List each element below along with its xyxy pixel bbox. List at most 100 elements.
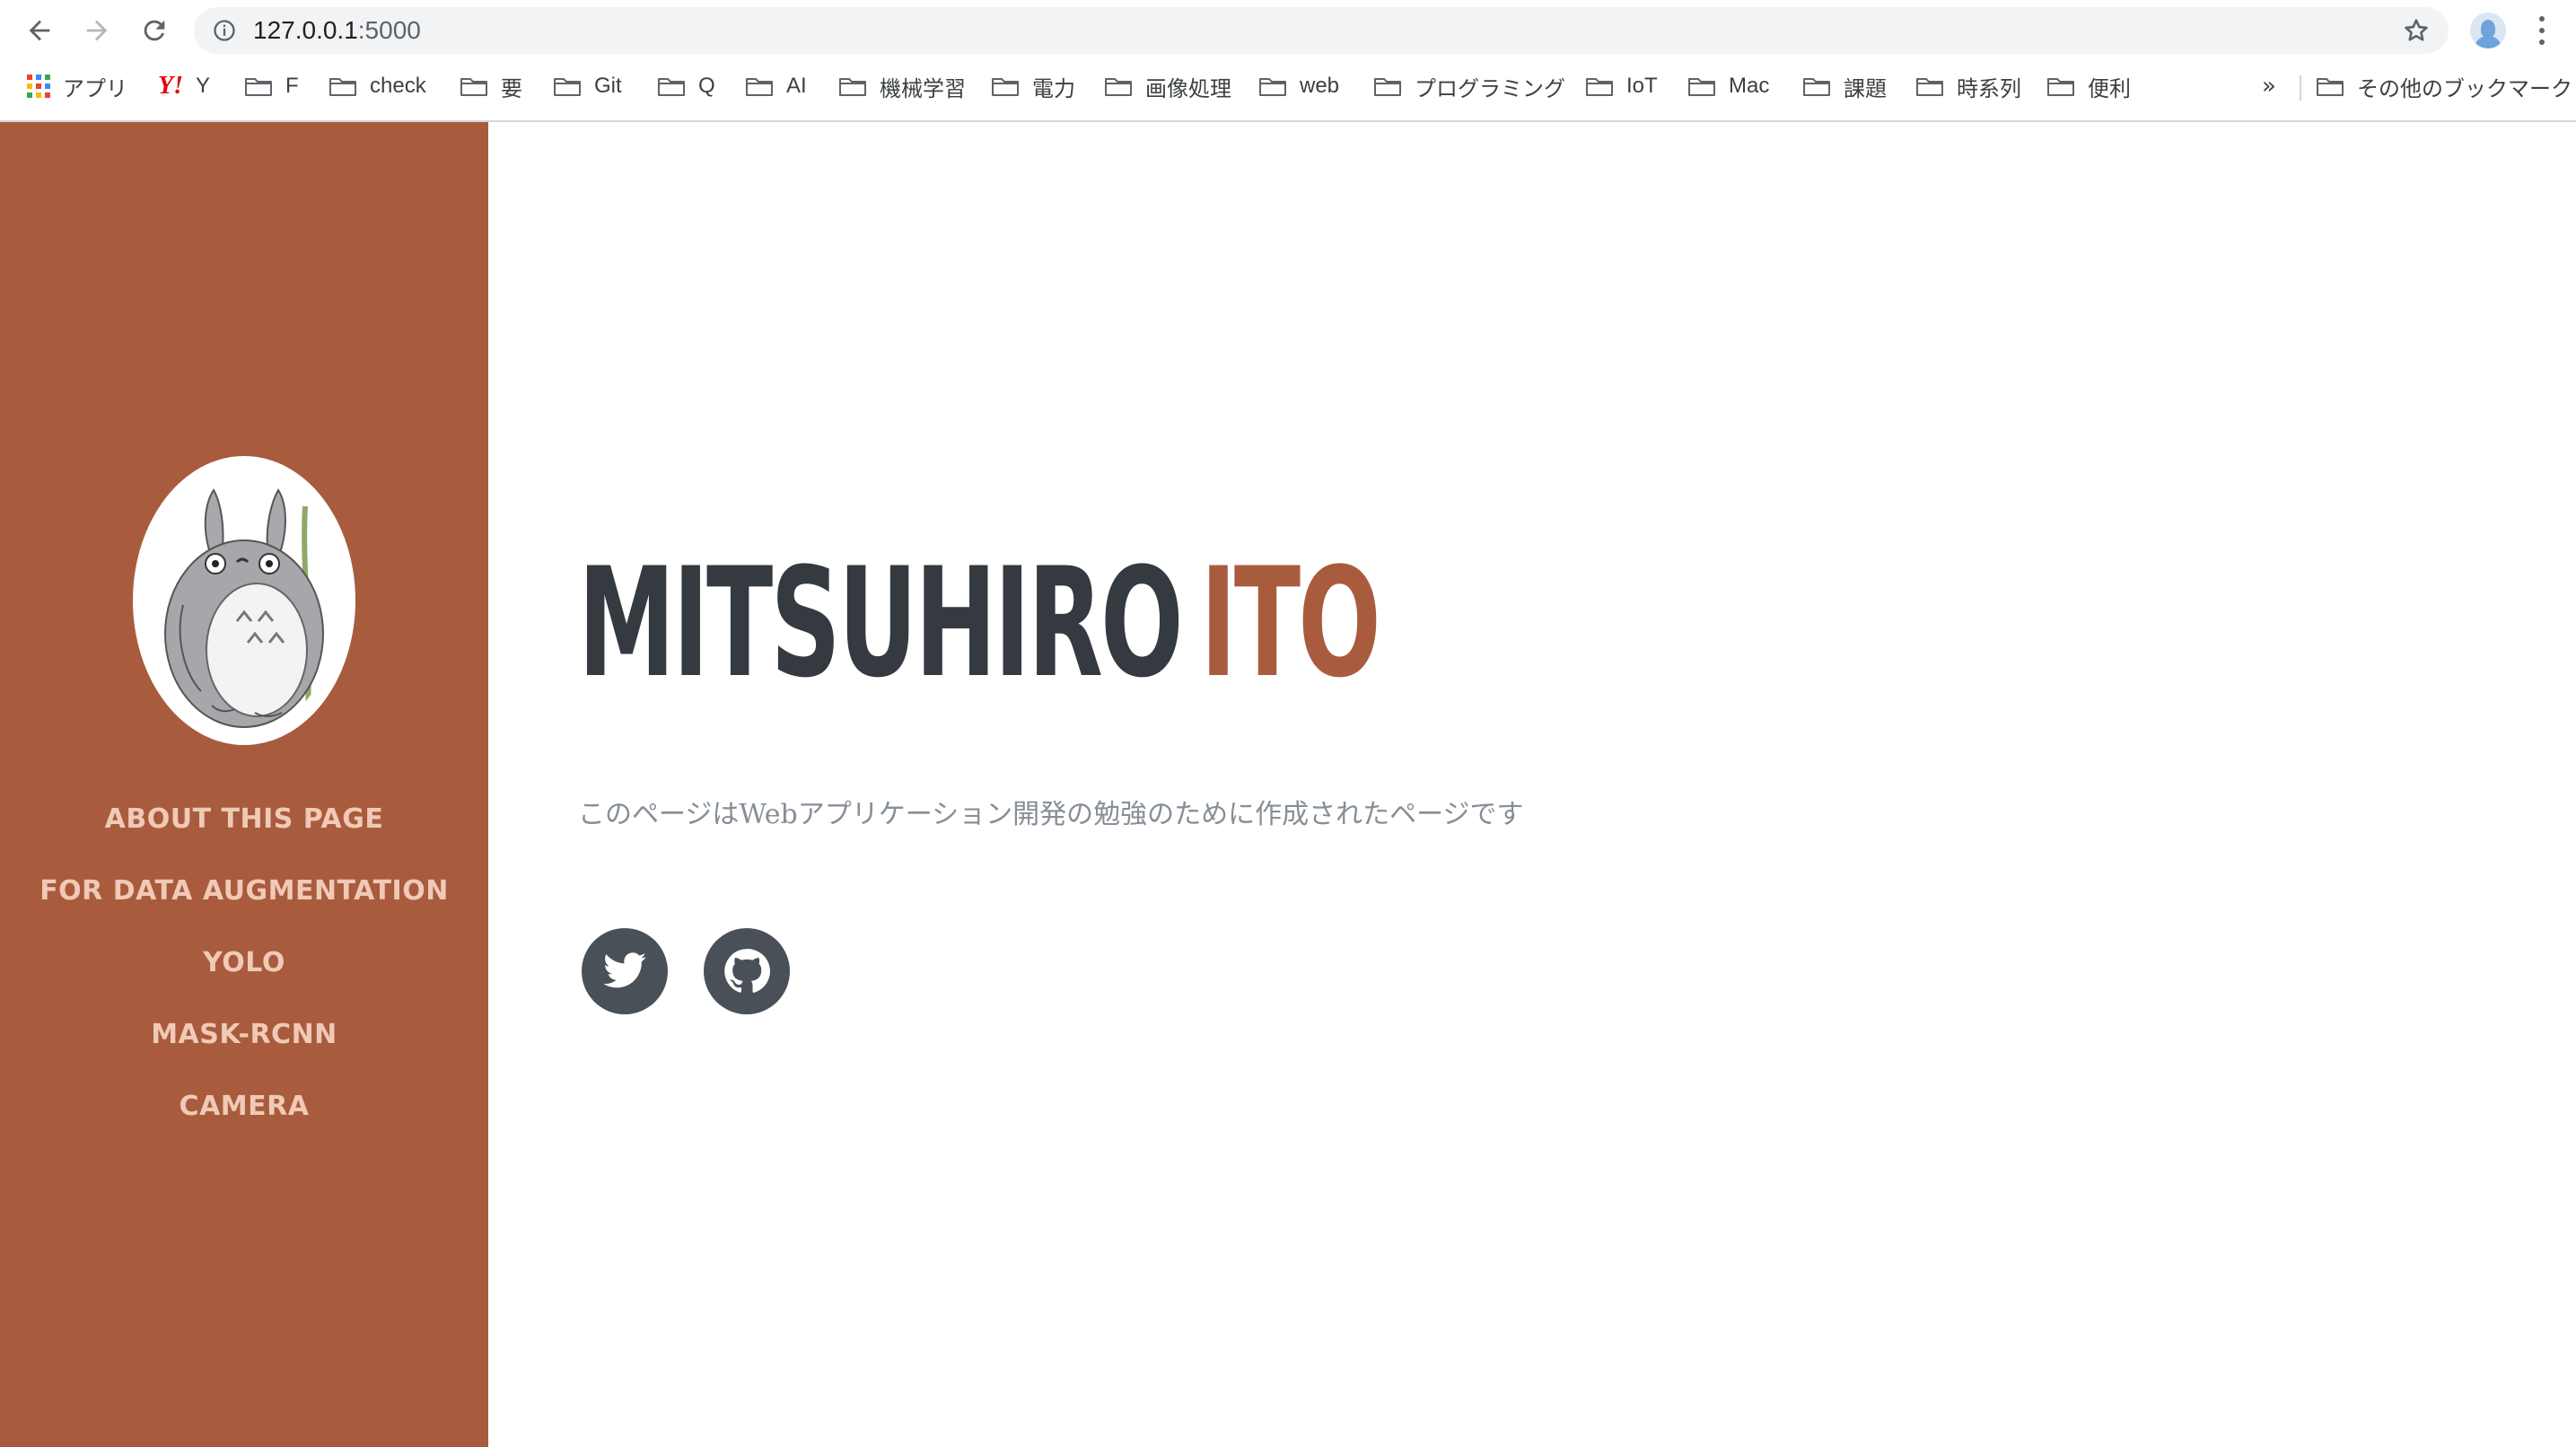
bookmark-folder[interactable]: AI <box>745 68 807 104</box>
bookmark-label: Q <box>698 74 715 98</box>
bookmark-folder[interactable]: 機械学習 <box>838 68 966 104</box>
folder-icon <box>2316 75 2344 97</box>
nav-link-data-augmentation[interactable]: FOR DATA AUGMENTATION <box>39 875 449 907</box>
yahoo-icon: Y! <box>158 72 183 100</box>
bookmark-label: AI <box>786 74 807 98</box>
nav-item-data-augmentation: FOR DATA AUGMENTATION <box>0 855 488 926</box>
folder-icon <box>1687 75 1716 97</box>
bookmark-yahoo[interactable]: Y! Y <box>158 68 210 104</box>
url-host: 127.0.0.1 <box>253 16 358 44</box>
github-link[interactable] <box>704 928 790 1014</box>
nav-item-mask-rcnn: MASK-RCNN <box>0 998 488 1070</box>
folder-icon <box>1915 75 1944 97</box>
folder-icon <box>1585 75 1614 97</box>
nav-link-yolo[interactable]: YOLO <box>203 947 285 978</box>
nav-link-mask-rcnn[interactable]: MASK-RCNN <box>151 1019 337 1050</box>
bookmark-folder[interactable]: 要 <box>460 68 522 104</box>
bookmark-label: その他のブックマーク <box>2357 76 2572 101</box>
bookmark-folder[interactable]: 画像処理 <box>1104 68 1231 104</box>
bookmark-label: IoT <box>1626 74 1658 98</box>
bookmark-label: Mac <box>1729 74 1770 98</box>
bookmark-folder[interactable]: 課題 <box>1802 68 1887 104</box>
web-page: ABOUT THIS PAGE FOR DATA AUGMENTATION YO… <box>0 122 2576 1447</box>
bookmark-folder[interactable]: F <box>244 68 299 104</box>
reload-button[interactable] <box>133 9 176 52</box>
nav-link-about[interactable]: ABOUT THIS PAGE <box>105 803 384 835</box>
bookmark-folder[interactable]: 便利 <box>2046 68 2131 104</box>
last-name: ITO <box>1200 535 1380 711</box>
folder-icon <box>553 75 582 97</box>
bookmark-label: プログラミング <box>1415 76 1565 101</box>
bookmark-label: F <box>285 74 299 98</box>
profile-image <box>133 456 355 745</box>
forward-button[interactable] <box>75 9 118 52</box>
folder-icon <box>1258 75 1287 97</box>
main-content: MITSUHIRO ITO このページはWebアプリケーション開発の勉強のために作… <box>488 122 2576 1447</box>
bookmark-label: 時系列 <box>1957 76 2021 101</box>
bookmark-folder[interactable]: IoT <box>1585 68 1658 104</box>
nav-item-camera: CAMERA <box>0 1070 488 1142</box>
bookmark-folder[interactable]: Q <box>657 68 715 104</box>
bookmark-folder[interactable]: Mac <box>1687 68 1769 104</box>
url-port: :5000 <box>357 16 421 44</box>
nav-item-yolo: YOLO <box>0 926 488 998</box>
bookmark-label: Git <box>594 74 622 98</box>
totoro-illustration-icon <box>147 470 341 731</box>
bookmarks-overflow-button[interactable]: » <box>2262 68 2276 104</box>
bookmark-folder[interactable]: web <box>1258 68 1339 104</box>
bookmark-label: 電力 <box>1032 76 1075 101</box>
folder-icon <box>1104 75 1133 97</box>
bookmark-label: 便利 <box>2088 76 2131 101</box>
browser-chrome: 127.0.0.1:5000 アプリ Y! Y F check 要 Git Q … <box>0 0 2576 122</box>
bookmarks-separator <box>2300 75 2301 101</box>
bookmark-label: Y <box>196 74 211 98</box>
folder-icon <box>745 75 774 97</box>
url-text[interactable]: 127.0.0.1:5000 <box>253 7 421 54</box>
bookmark-label: アプリ <box>63 76 127 101</box>
bookmark-star-icon[interactable] <box>2402 16 2431 45</box>
folder-icon <box>657 75 686 97</box>
folder-icon <box>460 75 488 97</box>
github-icon <box>724 949 770 993</box>
other-bookmarks[interactable]: その他のブックマーク <box>2316 68 2572 104</box>
bookmark-folder[interactable]: Git <box>553 68 622 104</box>
nav-link-camera[interactable]: CAMERA <box>180 1091 310 1122</box>
address-bar[interactable]: 127.0.0.1:5000 <box>194 7 2449 54</box>
first-name: MITSUHIRO <box>578 535 1184 711</box>
bookmark-label: web <box>1300 74 1340 98</box>
bookmark-label: 画像処理 <box>1145 76 1231 101</box>
folder-icon <box>838 75 867 97</box>
bookmark-label: check <box>370 74 426 98</box>
bookmark-apps[interactable]: アプリ <box>27 68 127 104</box>
social-links <box>582 928 790 1014</box>
reload-icon <box>144 20 165 41</box>
bookmark-folder[interactable]: 電力 <box>991 68 1075 104</box>
folder-icon <box>244 75 273 97</box>
bookmark-label: 課題 <box>1844 76 1887 101</box>
bookmark-folder[interactable]: check <box>329 68 426 104</box>
profile-avatar[interactable] <box>2470 13 2506 48</box>
sidebar-nav: ABOUT THIS PAGE FOR DATA AUGMENTATION YO… <box>0 783 488 1142</box>
browser-menu-icon[interactable] <box>2533 13 2551 48</box>
arrow-left-icon <box>29 20 50 41</box>
folder-icon <box>1802 75 1831 97</box>
bookmark-folder[interactable]: 時系列 <box>1915 68 2021 104</box>
browser-toolbar: 127.0.0.1:5000 <box>0 0 2576 61</box>
info-icon[interactable] <box>212 18 237 43</box>
twitter-link[interactable] <box>582 928 668 1014</box>
arrow-right-icon <box>86 20 108 41</box>
page-title: MITSUHIRO ITO <box>578 548 1381 698</box>
bookmark-label: 要 <box>501 76 522 101</box>
twitter-icon <box>603 952 646 988</box>
nav-item-about: ABOUT THIS PAGE <box>0 783 488 855</box>
folder-icon <box>991 75 1020 97</box>
folder-icon <box>2046 75 2075 97</box>
folder-icon <box>329 75 357 97</box>
lead-text: このページはWebアプリケーション開発の勉強のために作成されたページです <box>578 799 1524 830</box>
bookmark-label: 機械学習 <box>880 76 966 101</box>
bookmark-folder[interactable]: プログラミング <box>1373 68 1565 104</box>
sidebar: ABOUT THIS PAGE FOR DATA AUGMENTATION YO… <box>0 122 488 1447</box>
bookmarks-bar: アプリ Y! Y F check 要 Git Q AI 機械学習 電力 画像処理… <box>0 61 2576 113</box>
back-button[interactable] <box>18 9 61 52</box>
folder-icon <box>1373 75 1402 97</box>
